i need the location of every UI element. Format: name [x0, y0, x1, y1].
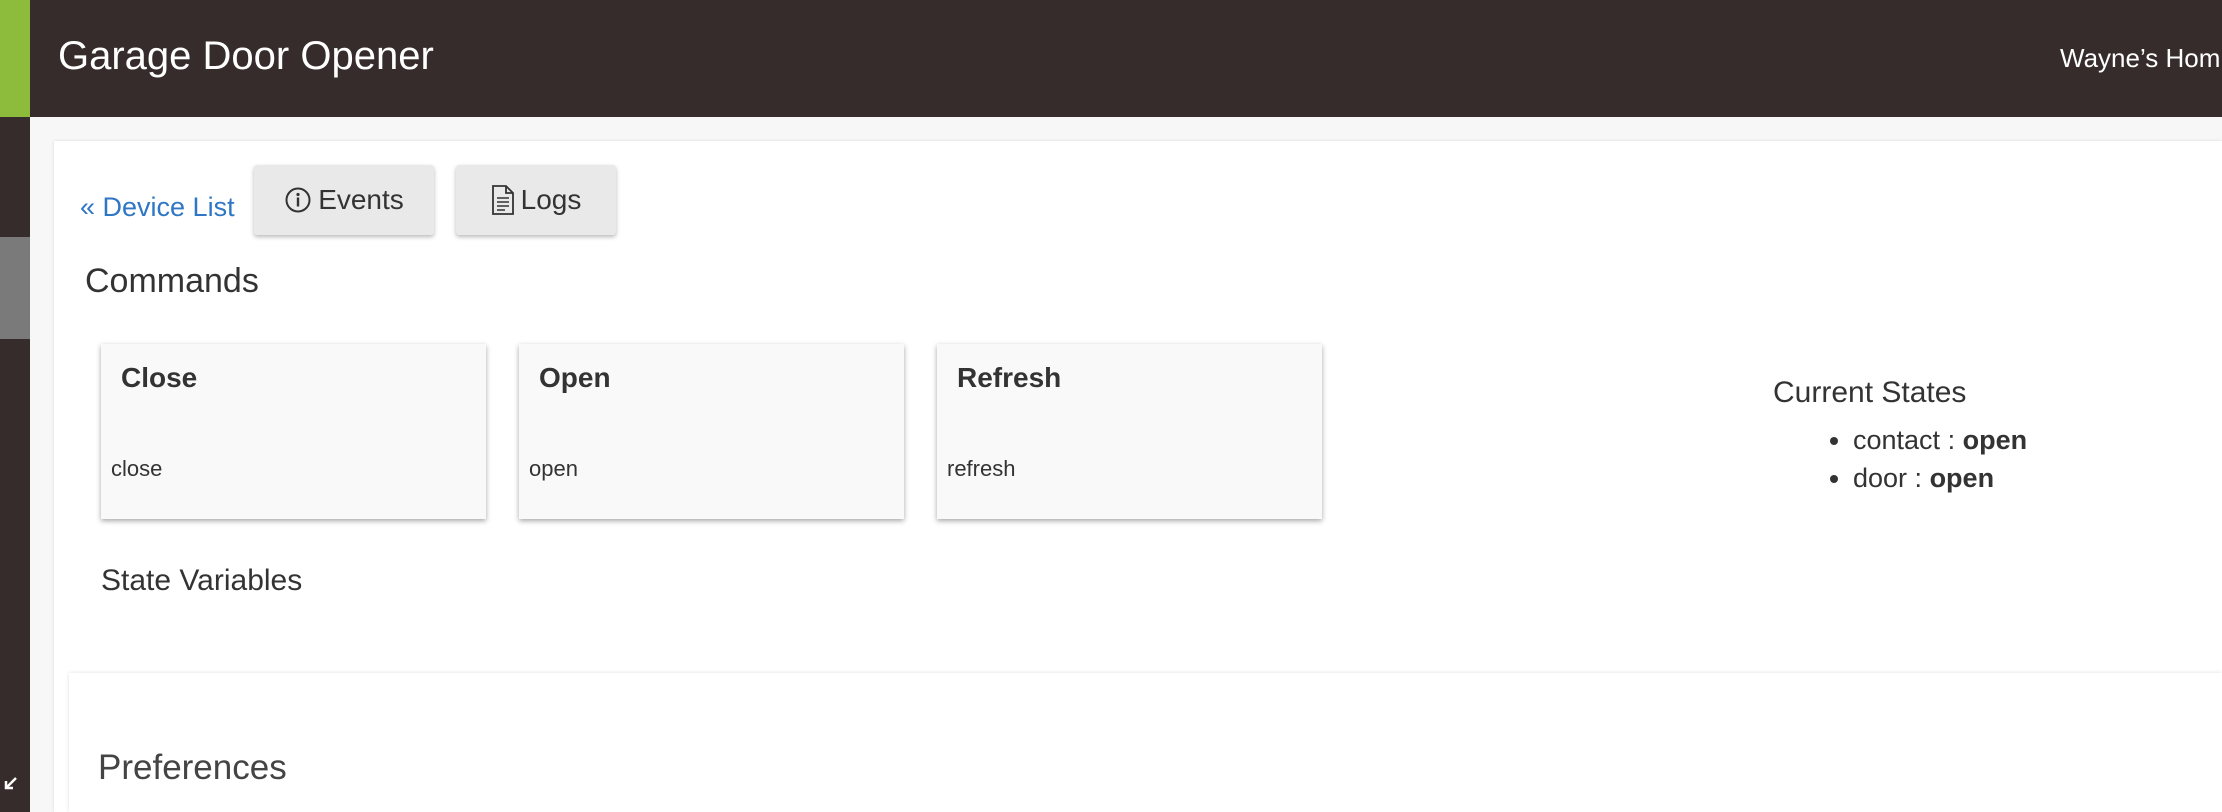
- state-separator: :: [1907, 463, 1930, 493]
- rail-accent: [0, 0, 30, 117]
- state-key: door: [1853, 463, 1908, 493]
- logs-label: Logs: [520, 184, 582, 215]
- command-card-close[interactable]: Close close: [101, 344, 486, 519]
- current-states: Current States contact : open door : ope…: [1773, 373, 2027, 497]
- state-value: open: [1962, 425, 2028, 455]
- state-key: contact: [1853, 425, 1941, 455]
- top-header: Garage Door Opener Wayne’s Hom: [30, 0, 2222, 117]
- left-rail: [0, 0, 30, 812]
- app-root: Garage Door Opener Wayne’s Hom « Device …: [0, 0, 2222, 812]
- info-circle-icon: [284, 186, 312, 214]
- device-list-link[interactable]: « Device List: [80, 189, 235, 225]
- state-value: open: [1929, 463, 1995, 493]
- command-method: close: [111, 456, 163, 481]
- commands-heading: Commands: [85, 262, 259, 300]
- current-states-list: contact : open door : open: [1773, 421, 2027, 497]
- logs-button[interactable]: Logs: [456, 165, 616, 235]
- command-card-open[interactable]: Open open: [519, 344, 904, 519]
- device-panel: « Device List Events Logs Commands Close…: [54, 141, 2222, 812]
- command-method: refresh: [947, 456, 1016, 481]
- command-name: Refresh: [957, 362, 1062, 393]
- rail-scroll-thumb[interactable]: [0, 237, 30, 339]
- events-button[interactable]: Events: [254, 165, 434, 235]
- page-title: Garage Door Opener: [58, 34, 434, 78]
- state-separator: :: [1940, 425, 1963, 455]
- hub-name[interactable]: Wayne’s Hom: [2060, 40, 2220, 76]
- events-label: Events: [318, 184, 404, 215]
- command-name: Open: [539, 362, 611, 393]
- command-card-refresh[interactable]: Refresh refresh: [937, 344, 1322, 519]
- state-item-door: door : open: [1853, 459, 2027, 497]
- current-states-heading: Current States: [1773, 376, 1967, 409]
- document-icon: [491, 185, 515, 215]
- state-variables-heading: State Variables: [101, 564, 303, 597]
- main-content: « Device List Events Logs Commands Close…: [30, 117, 2222, 812]
- command-method: open: [529, 456, 578, 481]
- preferences-heading: Preferences: [98, 748, 287, 787]
- collapse-arrow-icon[interactable]: [2, 774, 20, 792]
- preferences-section: Preferences: [69, 673, 2222, 812]
- state-item-contact: contact : open: [1853, 421, 2027, 459]
- command-name: Close: [121, 362, 198, 393]
